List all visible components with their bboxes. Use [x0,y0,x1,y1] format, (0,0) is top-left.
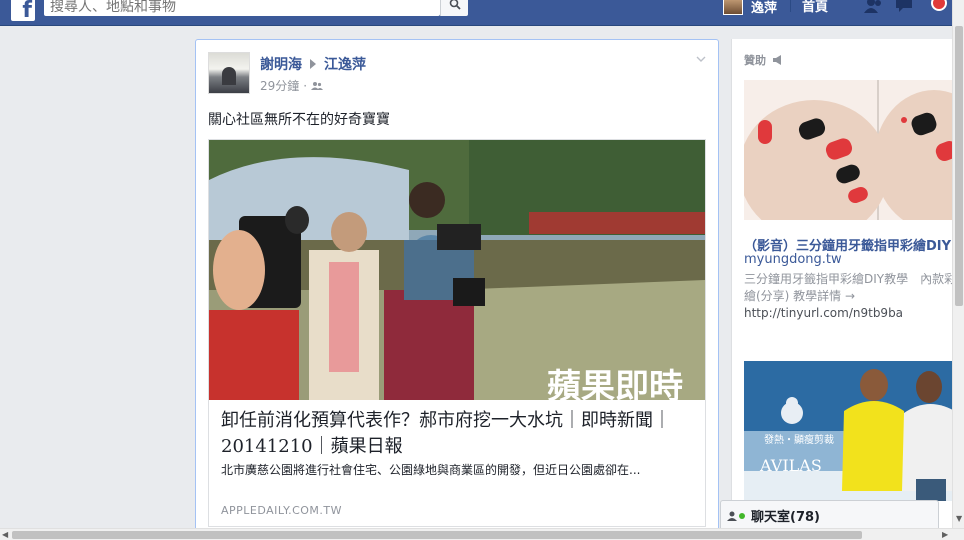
nav-divider [790,0,791,12]
vertical-scroll-thumb[interactable] [955,26,963,306]
link-preview-image[interactable]: 蘋果即時 [209,140,705,400]
people-audience-icon[interactable] [311,81,324,90]
image-watermark: 蘋果即時 [547,367,683,400]
search-box[interactable] [44,0,440,16]
arrow-right-icon [310,59,316,69]
ad2-tagline: 發熱・顯瘦剪裁 [764,433,834,446]
link-description: 北市廣慈公園將進行社會住宅、公園綠地與商業區的開發，但近日公園處卻在... [221,463,641,477]
chevron-down-icon[interactable] [696,54,706,64]
right-rail: 贊助 （影音）三分鐘用牙籤指甲彩繪DIY myungdong.tw 三分鐘用牙籤… [731,39,964,540]
ad-description-text: 三分鐘用牙籤指甲彩繪DIY教學 內款彩繪(分享) 教學詳情 → [744,272,957,303]
horizontal-scrollbar[interactable]: ◀ ▶ [0,528,964,540]
target-name[interactable]: 江逸萍 [324,54,366,74]
messages-icon[interactable] [894,0,916,13]
separator-dot: · [303,78,308,93]
story-header: 謝明海 江逸萍 [260,54,366,74]
link-preview[interactable]: 蘋果即時 卸任前消化預算代表作？郝市府挖一大水坑｜即時新聞｜20141210｜蘋… [208,139,706,527]
ad-description: 三分鐘用牙籤指甲彩繪DIY教學 內款彩繪(分享) 教學詳情 → http://t… [744,271,964,322]
story-timestamp: 29分鐘 · [260,77,324,94]
avatar [723,0,743,15]
ad2-image[interactable]: 發熱・顯瘦剪裁 AVILAS [744,361,964,501]
facebook-logo-icon[interactable]: f [11,0,35,21]
ad-image[interactable] [744,80,964,220]
online-status-dot [739,512,745,519]
chat-tab[interactable]: 聊天室(78) [720,500,939,530]
profile-link[interactable]: 逸萍 [723,0,777,16]
top-bar: f 逸萍 首頁 [0,0,964,26]
chat-label: 聊天室(78) [751,510,820,525]
news-photo: 蘋果即時 [209,140,705,400]
horizontal-scroll-thumb[interactable] [12,531,862,539]
sponsored-header: 贊助 [744,52,784,68]
user-name: 逸萍 [751,0,778,16]
ad-url[interactable]: http://tinyurl.com/n9tb9ba [744,306,903,320]
vertical-scrollbar[interactable]: ▼ [952,0,964,528]
ad2-brand: AVILAS [759,456,822,475]
ad-domain[interactable]: myungdong.tw [744,252,842,267]
notifications-icon[interactable] [928,0,950,13]
search-icon [449,0,461,10]
sponsored-megaphone-icon [773,55,781,65]
story-message: 關心社區無所不在的好奇寶寶 [208,112,390,128]
jacket-ad-photo: 發熱・顯瘦剪裁 AVILAS [744,361,964,501]
scroll-left-arrow-icon[interactable]: ◀ [2,530,8,539]
feed-story: 謝明海 江逸萍 29分鐘 · 關心社區無所不在的好奇寶寶 蘋果即時 卸任前消化預… [195,39,719,540]
search-button[interactable] [440,0,468,16]
timestamp[interactable]: 29分鐘 [260,77,299,94]
sponsored-label[interactable]: 贊助 [744,52,766,68]
scroll-down-arrow-icon[interactable]: ▼ [956,514,962,523]
link-title[interactable]: 卸任前消化預算代表作？郝市府挖一大水坑｜即時新聞｜20141210｜蘋果日報 [221,408,693,460]
scroll-right-arrow-icon[interactable]: ▶ [942,530,948,539]
home-link[interactable]: 首頁 [802,0,828,15]
nail-art-photo [744,80,964,220]
actor-name[interactable]: 謝明海 [260,54,302,74]
actor-avatar[interactable] [208,52,250,94]
chat-icon [727,511,737,521]
link-domain: APPLEDAILY.COM.TW [221,504,342,517]
friends-icon[interactable] [862,0,884,13]
search-input[interactable] [44,0,424,16]
